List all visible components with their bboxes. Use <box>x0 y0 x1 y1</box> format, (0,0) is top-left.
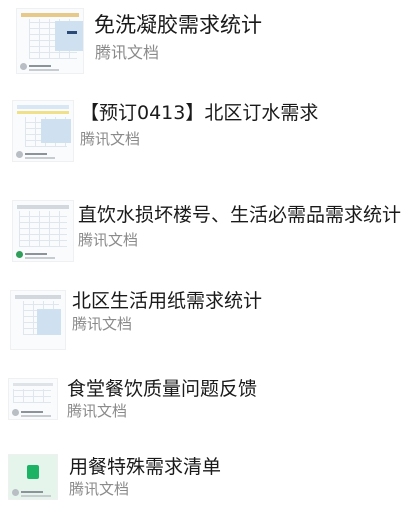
spreadsheet-thumbnail-icon <box>12 100 74 162</box>
form-thumbnail-icon <box>8 378 58 420</box>
sheet-icon-thumbnail <box>8 454 58 500</box>
doc-title: 免洗凝胶需求统计 <box>94 13 262 37</box>
doc-list-item[interactable]: 用餐特殊需求清单 腾讯文档 <box>0 450 414 510</box>
doc-title: 用餐特殊需求清单 <box>69 456 222 478</box>
doc-title: 食堂餐饮质量问题反馈 <box>67 378 258 400</box>
doc-source: 腾讯文档 <box>67 402 128 420</box>
doc-list-item[interactable]: 直饮水损坏楼号、生活必需品需求统计 腾讯文档 <box>0 196 414 266</box>
spreadsheet-thumbnail-icon <box>16 8 84 74</box>
spreadsheet-icon <box>27 465 39 479</box>
doc-source: 腾讯文档 <box>69 480 130 498</box>
doc-list-item[interactable]: 【预订0413】北区订水需求 腾讯文档 <box>0 92 414 172</box>
doc-list-item[interactable]: 食堂餐饮质量问题反馈 腾讯文档 <box>0 372 414 432</box>
doc-source: 腾讯文档 <box>80 130 141 148</box>
doc-title: 北区生活用纸需求统计 <box>72 290 263 312</box>
doc-list-item[interactable]: 北区生活用纸需求统计 腾讯文档 <box>0 288 414 358</box>
doc-source: 腾讯文档 <box>72 315 133 333</box>
spreadsheet-thumbnail-icon <box>10 290 66 350</box>
doc-title: 【预订0413】北区订水需求 <box>80 102 319 124</box>
doc-source: 腾讯文档 <box>78 231 139 249</box>
spreadsheet-thumbnail-icon <box>12 200 74 262</box>
doc-list-item[interactable]: 免洗凝胶需求统计 腾讯文档 <box>0 0 414 80</box>
doc-source: 腾讯文档 <box>95 43 160 62</box>
doc-title: 直饮水损坏楼号、生活必需品需求统计 <box>78 204 402 226</box>
